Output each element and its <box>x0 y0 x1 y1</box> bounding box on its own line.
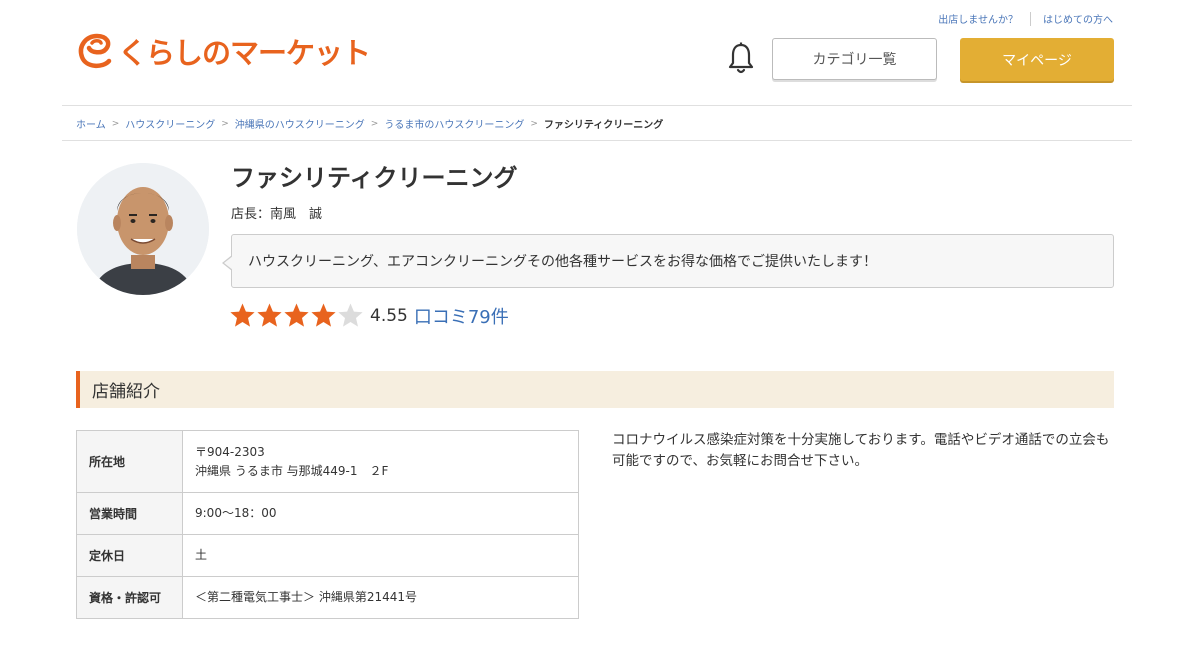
mypage-button[interactable]: マイページ <box>960 38 1114 81</box>
review-count-link[interactable]: 口コミ79件 <box>414 303 509 329</box>
star-filled-icon <box>284 303 309 327</box>
breadcrumb-separator: > <box>370 118 379 129</box>
breadcrumb-separator: > <box>530 118 538 129</box>
rating: 4.55 口コミ79件 <box>229 302 509 329</box>
breadcrumb-current: ファシリティクリーニング <box>543 120 664 131</box>
open-shop-link[interactable]: 出店しませんか？ <box>938 11 1018 26</box>
shop-message: ハウスクリーニング、エアコンクリーニングその他各種サービスをお得な価格でご提供い… <box>248 254 878 270</box>
shop-name: ファシリティクリーニング <box>231 164 518 192</box>
breadcrumb-home[interactable]: ホーム <box>76 116 106 131</box>
shop-description: コロナウイルス感染症対策を十分実施しております。電話やビデオ通話での立会も 可能… <box>612 430 1122 472</box>
row-label: 定休日 <box>76 534 183 577</box>
star-filled-icon <box>257 303 282 327</box>
star-empty-icon <box>338 303 363 327</box>
row-value: ＜第二種電気工事士＞ 沖縄県第21441号 <box>182 576 579 619</box>
logo-text: くらしのマーケット <box>118 36 371 70</box>
section-title: 店舗紹介 <box>92 382 160 402</box>
avatar <box>77 163 209 295</box>
section-heading: 店舗紹介 <box>76 371 1114 408</box>
breadcrumb-divider <box>62 140 1132 141</box>
table-row: 資格・許認可 ＜第二種電気工事士＞ 沖縄県第21441号 <box>76 576 579 619</box>
shop-message-bubble: ハウスクリーニング、エアコンクリーニングその他各種サービスをお得な価格でご提供い… <box>222 234 1114 288</box>
rating-value: 4.55 <box>370 305 408 326</box>
manager-name: 店長：南風 誠 <box>231 207 323 222</box>
shop-info-table: 所在地 〒904-2303 沖縄県 うるま市 与那城449-1 ２F 営業時間 … <box>76 430 579 619</box>
description-line: コロナウイルス感染症対策を十分実施しております。電話やビデオ通話での立会も <box>612 432 1110 448</box>
address-line: 沖縄県 うるま市 与那城449-1 ２F <box>195 463 389 478</box>
description-line: 可能ですので、お気軽にお問合せ下さい。 <box>612 453 868 469</box>
top-links: 出店しませんか？ はじめての方へ <box>938 11 1113 26</box>
breadcrumb: ホーム > ハウスクリーニング > 沖縄県のハウスクリーニング > うるま市のハ… <box>76 116 664 132</box>
table-row: 営業時間 9:00〜18：00 <box>76 492 579 535</box>
breadcrumb-uruma[interactable]: うるま市のハウスクリーニング <box>384 116 524 131</box>
category-list-button[interactable]: カテゴリ一覧 <box>772 38 937 80</box>
row-value: 〒904-2303 沖縄県 うるま市 与那城449-1 ２F <box>182 430 579 493</box>
rating-stars <box>229 302 364 329</box>
table-row: 定休日 土 <box>76 534 579 577</box>
logo-mark-icon <box>76 31 116 71</box>
row-label: 営業時間 <box>76 492 183 535</box>
header-divider <box>62 105 1132 106</box>
address-postal: 〒904-2303 <box>195 444 265 459</box>
bell-icon[interactable] <box>727 42 755 76</box>
row-label: 所在地 <box>76 430 183 493</box>
breadcrumb-house-cleaning[interactable]: ハウスクリーニング <box>125 116 215 131</box>
table-row: 所在地 〒904-2303 沖縄県 うるま市 与那城449-1 ２F <box>76 430 579 493</box>
star-filled-icon <box>311 303 336 327</box>
site-logo[interactable]: くらしのマーケット <box>76 30 371 72</box>
breadcrumb-separator: > <box>111 118 120 129</box>
row-label: 資格・許認可 <box>76 576 183 619</box>
top-links-divider <box>1030 11 1031 26</box>
row-value: 9:00〜18：00 <box>182 492 579 535</box>
breadcrumb-separator: > <box>221 118 229 129</box>
breadcrumb-okinawa[interactable]: 沖縄県のハウスクリーニング <box>235 116 365 131</box>
first-time-link[interactable]: はじめての方へ <box>1043 11 1113 26</box>
star-filled-icon <box>230 303 255 327</box>
row-value: 土 <box>182 534 579 577</box>
